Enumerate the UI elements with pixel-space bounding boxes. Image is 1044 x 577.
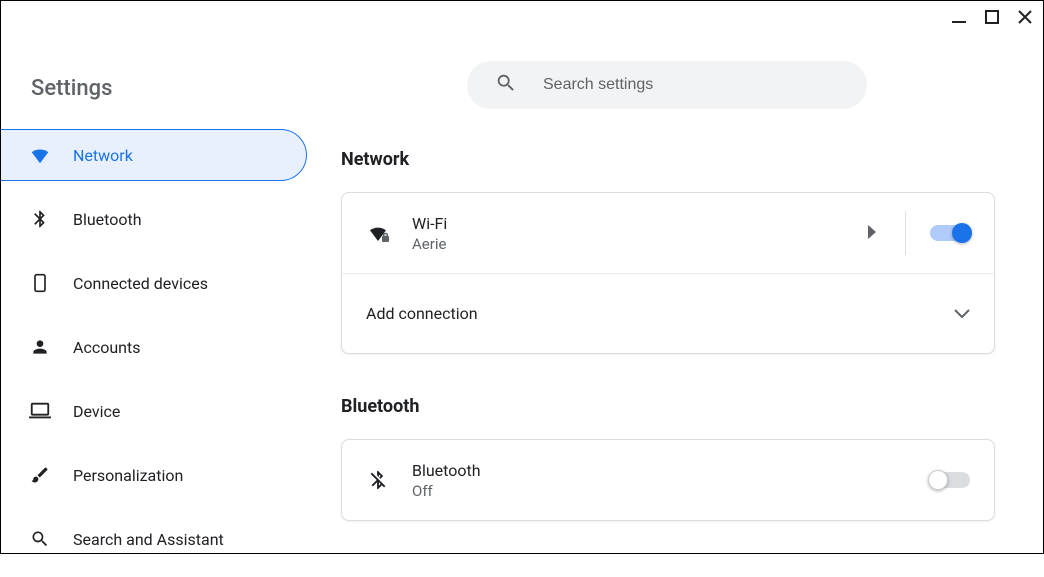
sidebar-item-label: Personalization (73, 466, 183, 485)
sidebar-item-search-assistant[interactable]: Search and Assistant (1, 513, 311, 565)
bluetooth-toggle[interactable] (930, 472, 970, 488)
chevron-right-icon (867, 224, 877, 243)
sidebar-item-label: Device (73, 402, 120, 421)
wifi-toggle[interactable] (930, 225, 970, 241)
search-box[interactable] (467, 61, 867, 109)
separator (905, 211, 906, 255)
sidebar-item-label: Network (73, 146, 133, 165)
person-icon (29, 337, 51, 357)
sidebar-item-label: Accounts (73, 338, 140, 357)
sidebar-item-label: Bluetooth (73, 210, 142, 229)
app-title: Settings (31, 76, 112, 101)
bluetooth-off-icon (366, 469, 390, 491)
wifi-row[interactable]: Wi-Fi Aerie (342, 193, 994, 273)
network-card: Wi-Fi Aerie Add connection (341, 192, 995, 354)
add-connection-label: Add connection (366, 304, 478, 323)
main-content: Network Wi-Fi Aerie Add connection (341, 149, 995, 521)
chevron-down-icon (954, 304, 970, 323)
settings-sidebar: Network Bluetooth Connected devices Acco… (1, 129, 311, 577)
bluetooth-row[interactable]: Bluetooth Off (342, 440, 994, 520)
laptop-icon (29, 402, 51, 420)
bluetooth-status: Off (412, 482, 481, 500)
section-title-bluetooth: Bluetooth (341, 396, 995, 417)
search-input[interactable] (541, 75, 841, 95)
bluetooth-icon (29, 209, 51, 229)
sidebar-item-accounts[interactable]: Accounts (1, 321, 311, 373)
bluetooth-label: Bluetooth (412, 461, 481, 480)
window-maximize-button[interactable] (985, 10, 999, 24)
window-close-button[interactable] (1017, 9, 1033, 25)
sidebar-item-label: Search and Assistant (73, 530, 224, 549)
section-title-network: Network (341, 149, 995, 170)
wifi-label: Wi-Fi (412, 214, 447, 233)
sidebar-item-label: Connected devices (73, 274, 208, 293)
brush-icon (29, 465, 51, 485)
phone-icon (29, 272, 51, 294)
search-icon (495, 72, 517, 98)
sidebar-item-connected-devices[interactable]: Connected devices (1, 257, 311, 309)
wifi-icon (29, 144, 51, 166)
sidebar-item-bluetooth[interactable]: Bluetooth (1, 193, 311, 245)
sidebar-item-device[interactable]: Device (1, 385, 311, 437)
window-minimize-button[interactable] (951, 9, 967, 25)
window-controls (951, 9, 1033, 25)
search-icon (29, 529, 51, 549)
wifi-ssid: Aerie (412, 235, 447, 253)
sidebar-item-network[interactable]: Network (1, 129, 307, 181)
bluetooth-card: Bluetooth Off (341, 439, 995, 521)
wifi-lock-icon (366, 221, 390, 245)
sidebar-item-personalization[interactable]: Personalization (1, 449, 311, 501)
add-connection-row[interactable]: Add connection (342, 273, 994, 353)
